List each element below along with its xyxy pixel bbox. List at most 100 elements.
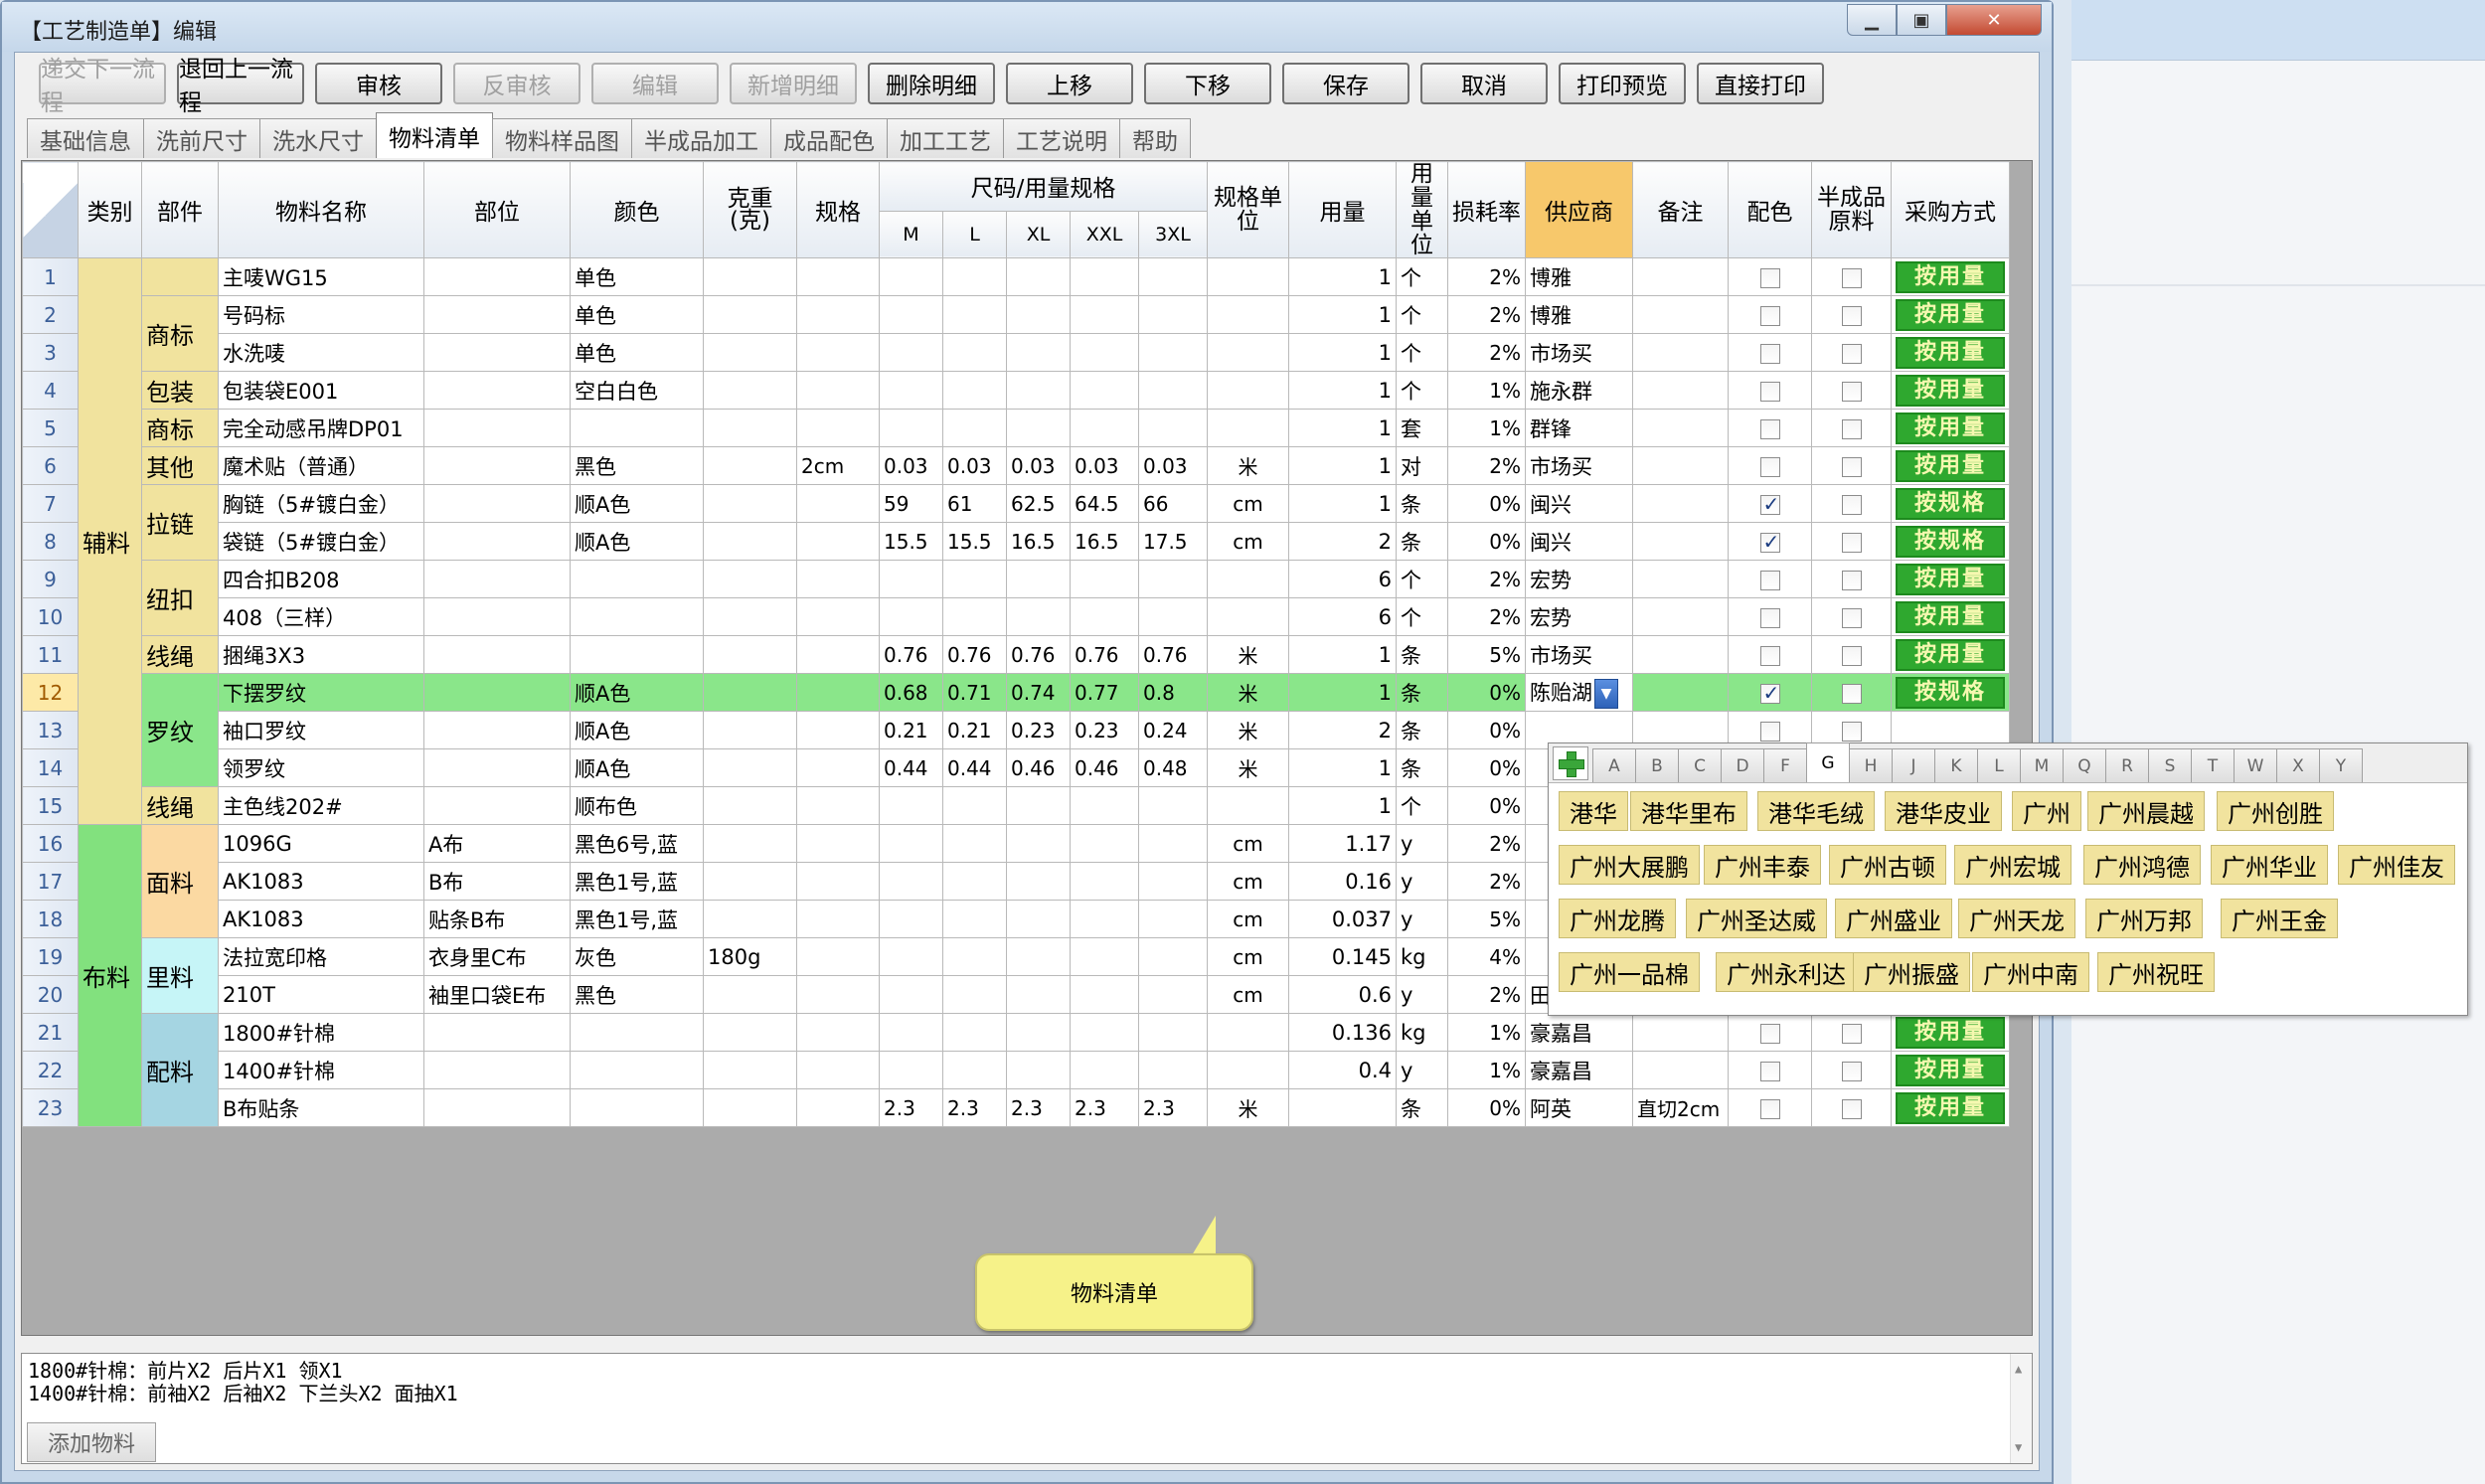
row-number[interactable]: 6	[22, 446, 79, 485]
size-cell[interactable]: 0.71	[942, 673, 1007, 712]
toolbar-button-11[interactable]: 打印预览	[1559, 63, 1686, 104]
spec-cell[interactable]	[796, 900, 880, 938]
semi-finished-cell[interactable]	[1811, 1051, 1892, 1089]
color-match-checkbox[interactable]	[1759, 456, 1780, 477]
header-size-3xl[interactable]: 3XL	[1138, 210, 1208, 259]
size-cell[interactable]	[879, 257, 943, 296]
quantity-unit-cell[interactable]: 对	[1396, 446, 1448, 485]
color-match-cell[interactable]	[1728, 409, 1812, 447]
size-cell[interactable]	[1006, 333, 1071, 372]
grid-row[interactable]: 2 商标 号码标 单色 1 个 2% 博雅 按用量	[22, 295, 2010, 372]
material-name-cell[interactable]: 袋链（5#镀白金）	[218, 522, 424, 561]
color-match-cell[interactable]	[1728, 1088, 1812, 1127]
part-cell[interactable]: 包装	[141, 371, 219, 410]
color-match-cell[interactable]	[1728, 673, 1812, 712]
size-cell[interactable]	[942, 862, 1007, 901]
color-match-checkbox[interactable]	[1759, 530, 1780, 554]
size-cell[interactable]: 0.8	[1138, 673, 1208, 712]
material-name-cell[interactable]: 包装袋E001	[218, 371, 424, 410]
color-match-cell[interactable]	[1728, 295, 1812, 334]
remark-cell[interactable]: 直切2cm	[1632, 1088, 1729, 1127]
size-cell[interactable]	[1138, 824, 1208, 863]
supplier-cell[interactable]: 豪嘉昌	[1525, 1013, 1633, 1052]
color-cell[interactable]	[570, 635, 704, 674]
quantity-cell[interactable]: 1	[1288, 409, 1397, 447]
supplier-chip[interactable]: 港华里布	[1630, 791, 1747, 831]
letter-tab-g[interactable]: G	[1806, 742, 1850, 782]
weight-cell[interactable]	[703, 975, 797, 1014]
semi-finished-checkbox[interactable]	[1841, 456, 1862, 477]
color-match-checkbox[interactable]	[1759, 343, 1780, 364]
size-cell[interactable]	[1006, 824, 1071, 863]
size-cell[interactable]	[942, 597, 1007, 636]
color-cell[interactable]: 灰色	[570, 937, 704, 976]
weight-cell[interactable]	[703, 409, 797, 447]
size-cell[interactable]: 62.5	[1006, 484, 1071, 523]
material-name-cell[interactable]: 胸链（5#镀白金）	[218, 484, 424, 523]
semi-finished-checkbox[interactable]	[1841, 343, 1862, 364]
supplier-chip[interactable]: 港华	[1559, 791, 1628, 831]
position-cell[interactable]	[423, 295, 571, 334]
quantity-cell[interactable]	[1288, 1088, 1397, 1127]
spec-cell[interactable]	[796, 560, 880, 598]
position-cell[interactable]	[423, 786, 571, 825]
color-cell[interactable]	[570, 597, 704, 636]
size-cell[interactable]: 0.03	[1070, 446, 1139, 485]
toolbar-button-6[interactable]: 删除明细	[868, 63, 995, 104]
supplier-chip[interactable]: 广州一品棉	[1559, 952, 1700, 992]
size-cell[interactable]	[942, 257, 1007, 296]
quantity-unit-cell[interactable]: 条	[1396, 484, 1448, 523]
purchase-mode-cell[interactable]: 按规格	[1891, 673, 2010, 712]
header-spec[interactable]: 规格	[796, 161, 880, 258]
size-cell[interactable]	[1138, 295, 1208, 334]
size-cell[interactable]	[1138, 786, 1208, 825]
header-spec-unit[interactable]: 规格单位	[1207, 161, 1289, 258]
size-cell[interactable]: 0.76	[942, 635, 1007, 674]
letter-tab-h[interactable]: H	[1849, 748, 1893, 782]
color-match-checkbox[interactable]	[1759, 1061, 1780, 1081]
position-cell[interactable]	[423, 597, 571, 636]
purchase-mode-button[interactable]: 按规格	[1896, 676, 2005, 709]
color-match-checkbox[interactable]	[1759, 418, 1780, 439]
position-cell[interactable]	[423, 522, 571, 561]
material-name-cell[interactable]: 1400#针棉	[218, 1051, 424, 1089]
material-name-cell[interactable]: B布贴条	[218, 1088, 424, 1127]
supplier-cell[interactable]: 陈贻湖 ▼	[1525, 673, 1633, 712]
letter-tab-a[interactable]: A	[1592, 748, 1636, 782]
color-match-cell[interactable]	[1728, 257, 1812, 296]
weight-cell[interactable]	[703, 333, 797, 372]
loss-rate-cell[interactable]: 0%	[1447, 522, 1526, 561]
weight-cell[interactable]	[703, 295, 797, 334]
row-number[interactable]: 20	[22, 975, 79, 1014]
weight-cell[interactable]	[703, 900, 797, 938]
quantity-unit-cell[interactable]: 条	[1396, 635, 1448, 674]
remark-cell[interactable]	[1632, 1051, 1729, 1089]
purchase-mode-button[interactable]: 按用量	[1896, 298, 2005, 331]
size-cell[interactable]	[1138, 597, 1208, 636]
header-remark[interactable]: 备注	[1632, 161, 1729, 258]
supplier-chip[interactable]: 广州振盛	[1853, 952, 1970, 992]
purchase-mode-cell[interactable]: 按规格	[1891, 522, 2010, 561]
supplier-chip[interactable]: 广州	[2012, 791, 2081, 831]
part-cell[interactable]: 纽扣	[141, 560, 219, 636]
purchase-mode-button[interactable]: 按用量	[1896, 1054, 2005, 1086]
material-name-cell[interactable]: 下摆罗纹	[218, 673, 424, 712]
supplier-chip[interactable]: 广州宏城	[1954, 845, 2071, 885]
semi-finished-cell[interactable]	[1811, 1013, 1892, 1052]
size-cell[interactable]	[1138, 560, 1208, 598]
size-cell[interactable]	[1006, 371, 1071, 410]
purchase-mode-button[interactable]: 按用量	[1896, 374, 2005, 407]
size-cell[interactable]: 0.48	[1138, 748, 1208, 787]
supplier-chip[interactable]: 广州华业	[2211, 845, 2328, 885]
size-cell[interactable]	[1006, 786, 1071, 825]
tab-9[interactable]: 帮助	[1119, 118, 1191, 158]
row-number[interactable]: 16	[22, 824, 79, 863]
position-cell[interactable]	[423, 711, 571, 749]
loss-rate-cell[interactable]: 0%	[1447, 748, 1526, 787]
size-cell[interactable]	[1070, 1013, 1139, 1052]
size-cell[interactable]	[942, 786, 1007, 825]
material-name-cell[interactable]: 主色线202#	[218, 786, 424, 825]
semi-finished-checkbox[interactable]	[1841, 645, 1862, 666]
color-cell[interactable]: 顺A色	[570, 522, 704, 561]
size-cell[interactable]	[1070, 257, 1139, 296]
